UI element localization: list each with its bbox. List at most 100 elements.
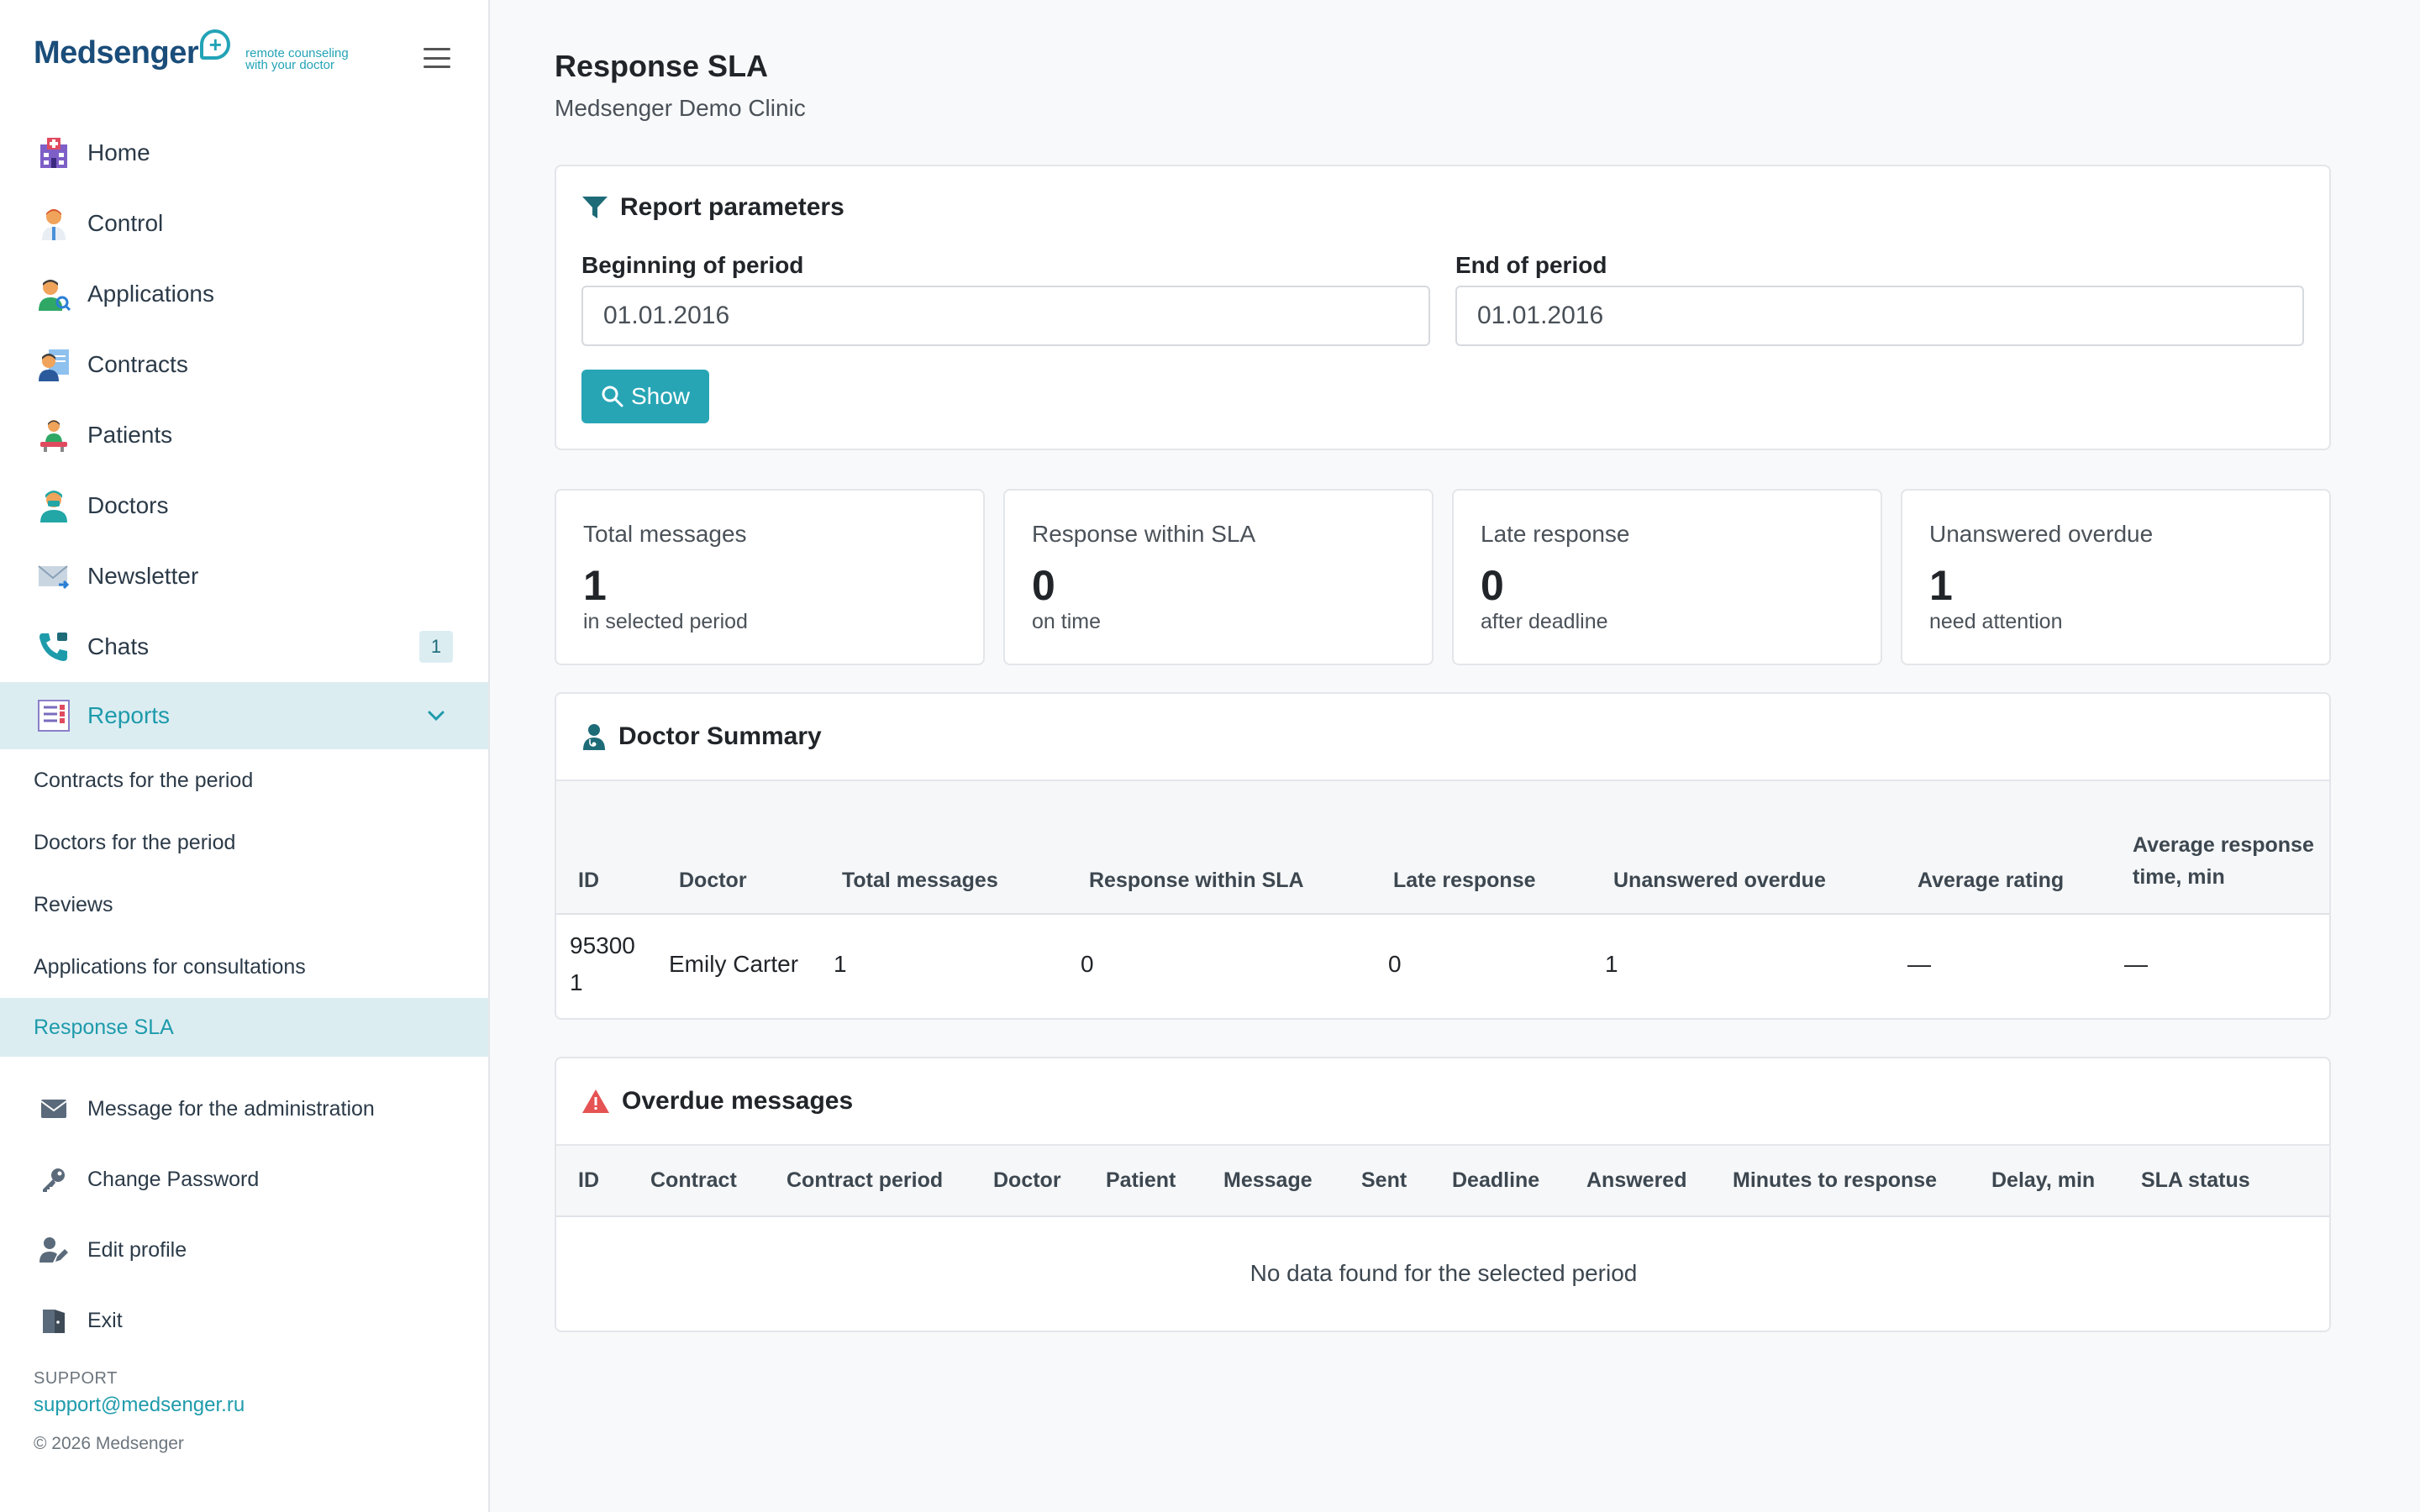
doctor-summary-card: Doctor Summary ID Doctor Total messages … bbox=[555, 692, 2331, 1020]
column-header-total-messages[interactable]: Total messages bbox=[834, 781, 1072, 915]
stat-value: 0 bbox=[1032, 562, 1055, 609]
sidebar-item-label: Reports bbox=[87, 702, 171, 728]
column-header-message[interactable]: Message bbox=[1210, 1146, 1348, 1217]
cell-total-messages: 1 bbox=[834, 950, 847, 977]
column-header-late-response[interactable]: Late response bbox=[1376, 781, 1597, 915]
envelope-icon bbox=[35, 558, 72, 595]
sidebar-item-newsletter[interactable]: Newsletter bbox=[0, 541, 488, 612]
report-parameters-header: Report parameters bbox=[581, 193, 844, 222]
sidebar-item-label: Newsletter bbox=[87, 563, 199, 589]
column-header-sla-status[interactable]: SLA status bbox=[2128, 1146, 2329, 1217]
brand-logo[interactable]: Medsenger + remote counseling with your … bbox=[34, 29, 349, 72]
sidebar-item-message-admin[interactable]: Message for the administration bbox=[0, 1074, 488, 1144]
table-header-row: ID Doctor Total messages Response within… bbox=[556, 781, 2329, 915]
column-header-doctor[interactable]: Doctor bbox=[980, 1146, 1092, 1217]
sidebar-item-doctors[interactable]: Doctors bbox=[0, 470, 488, 541]
brand-tagline: remote counseling with your doctor bbox=[245, 47, 349, 72]
warning-icon bbox=[581, 1089, 610, 1114]
column-header-patient[interactable]: Patient bbox=[1092, 1146, 1210, 1217]
column-header-response-within-sla[interactable]: Response within SLA bbox=[1072, 781, 1376, 915]
column-header-average-rating[interactable]: Average rating bbox=[1899, 781, 2124, 915]
surgeon-icon bbox=[35, 487, 72, 524]
sidebar-item-label: Message for the administration bbox=[87, 1096, 375, 1121]
sidebar-item-edit-profile[interactable]: Edit profile bbox=[0, 1215, 488, 1285]
column-header-answered[interactable]: Answered bbox=[1573, 1146, 1719, 1217]
stat-card-total-messages: Total messages 1 in selected period bbox=[555, 489, 985, 665]
door-icon bbox=[37, 1304, 71, 1337]
column-header-contract[interactable]: Contract bbox=[640, 1146, 773, 1217]
sidebar-item-label: Control bbox=[87, 210, 164, 236]
brand-wordmark: Medsenger bbox=[34, 35, 199, 71]
empty-row: No data found for the selected period bbox=[556, 1216, 2329, 1329]
sidebar-item-applications[interactable]: Applications bbox=[0, 259, 488, 329]
cell-response-within-sla: 0 bbox=[1081, 950, 1094, 977]
end-of-period-input[interactable]: 01.01.2016 bbox=[1455, 286, 2304, 346]
user-edit-icon bbox=[37, 1233, 71, 1267]
chevron-down-icon[interactable] bbox=[424, 704, 448, 733]
sidebar: Medsenger + remote counseling with your … bbox=[0, 0, 490, 1512]
column-header-sent[interactable]: Sent bbox=[1348, 1146, 1439, 1217]
stat-label: Response within SLA bbox=[1032, 521, 1256, 547]
cell-doctor[interactable]: Emily Carter bbox=[655, 914, 834, 1013]
sidebar-item-reports[interactable]: Reports bbox=[0, 682, 488, 749]
doctor-summary-table: ID Doctor Total messages Response within… bbox=[556, 781, 2329, 1013]
cell-id: 953001 bbox=[570, 932, 635, 995]
page-subtitle: Medsenger Demo Clinic bbox=[555, 95, 806, 121]
column-header-id[interactable]: ID bbox=[556, 781, 655, 915]
doctor-icon bbox=[35, 205, 72, 242]
show-button-label: Show bbox=[630, 383, 691, 409]
filter-icon bbox=[581, 195, 608, 220]
mail-icon bbox=[37, 1092, 71, 1126]
overdue-messages-table: ID Contract Contract period Doctor Patie… bbox=[556, 1146, 2329, 1329]
column-header-unanswered-overdue[interactable]: Unanswered overdue bbox=[1597, 781, 1899, 915]
stat-card-response-within-sla: Response within SLA 0 on time bbox=[1003, 489, 1434, 665]
beginning-of-period-input[interactable]: 01.01.2016 bbox=[581, 286, 1430, 346]
column-header-delay[interactable]: Delay, min bbox=[1978, 1146, 2128, 1217]
doctor-user-icon bbox=[581, 723, 607, 750]
sidebar-subitem-reviews[interactable]: Reviews bbox=[0, 874, 488, 936]
brand-name: Medsenger + bbox=[34, 29, 231, 71]
sidebar-item-control[interactable]: Control bbox=[0, 188, 488, 259]
sidebar-subitem-applications-consultations[interactable]: Applications for consultations bbox=[0, 936, 488, 998]
sidebar-item-chats[interactable]: Chats 1 bbox=[0, 612, 488, 682]
sidebar-subitem-contracts-period[interactable]: Contracts for the period bbox=[0, 749, 488, 811]
overdue-messages-header: Overdue messages bbox=[556, 1058, 2329, 1146]
menu-toggle-icon[interactable] bbox=[424, 45, 450, 71]
reports-submenu: Contracts for the period Doctors for the… bbox=[0, 749, 488, 1057]
column-header-minutes-to-response[interactable]: Minutes to response bbox=[1719, 1146, 1978, 1217]
sidebar-item-label: Home bbox=[87, 139, 150, 165]
table-row[interactable]: 953001 Emily Carter 1 0 0 1 — — bbox=[556, 914, 2329, 1013]
stat-value: 0 bbox=[1481, 562, 1504, 609]
stat-card-unanswered-overdue: Unanswered overdue 1 need attention bbox=[1901, 489, 2331, 665]
stat-subtext: need attention bbox=[1929, 610, 2063, 633]
chats-count-badge: 1 bbox=[419, 631, 453, 663]
sidebar-item-patients[interactable]: Patients bbox=[0, 400, 488, 470]
key-icon bbox=[37, 1163, 71, 1196]
contract-icon bbox=[35, 346, 72, 383]
brand-tagline-line-2: with your doctor bbox=[245, 57, 335, 72]
column-header-average-response-time[interactable]: Average response time, min bbox=[2124, 781, 2329, 915]
report-icon bbox=[35, 697, 72, 734]
column-header-doctor[interactable]: Doctor bbox=[655, 781, 834, 915]
page-title: Response SLA bbox=[555, 49, 769, 83]
show-button[interactable]: Show bbox=[581, 370, 709, 423]
search-icon bbox=[602, 386, 623, 407]
stat-value: 1 bbox=[583, 562, 607, 609]
sidebar-item-change-password[interactable]: Change Password bbox=[0, 1144, 488, 1215]
empty-state-message: No data found for the selected period bbox=[1249, 1259, 1638, 1286]
overdue-messages-card: Overdue messages ID Contract Contract pe… bbox=[555, 1057, 2331, 1332]
phone-icon bbox=[35, 628, 72, 665]
sidebar-item-label: Edit profile bbox=[87, 1237, 187, 1262]
column-header-contract-period[interactable]: Contract period bbox=[773, 1146, 980, 1217]
sidebar-item-exit[interactable]: Exit bbox=[0, 1285, 488, 1356]
support-email-link[interactable]: support@medsenger.ru bbox=[34, 1394, 245, 1417]
column-header-deadline[interactable]: Deadline bbox=[1439, 1146, 1573, 1217]
sidebar-subitem-response-sla[interactable]: Response SLA bbox=[0, 998, 488, 1057]
stat-subtext: on time bbox=[1032, 610, 1101, 633]
doctor-summary-title: Doctor Summary bbox=[618, 722, 822, 750]
sidebar-item-contracts[interactable]: Contracts bbox=[0, 329, 488, 400]
support-label: SUPPORT bbox=[34, 1369, 118, 1388]
sidebar-item-home[interactable]: Home bbox=[0, 118, 488, 188]
sidebar-subitem-doctors-period[interactable]: Doctors for the period bbox=[0, 811, 488, 874]
column-header-id[interactable]: ID bbox=[556, 1146, 640, 1217]
